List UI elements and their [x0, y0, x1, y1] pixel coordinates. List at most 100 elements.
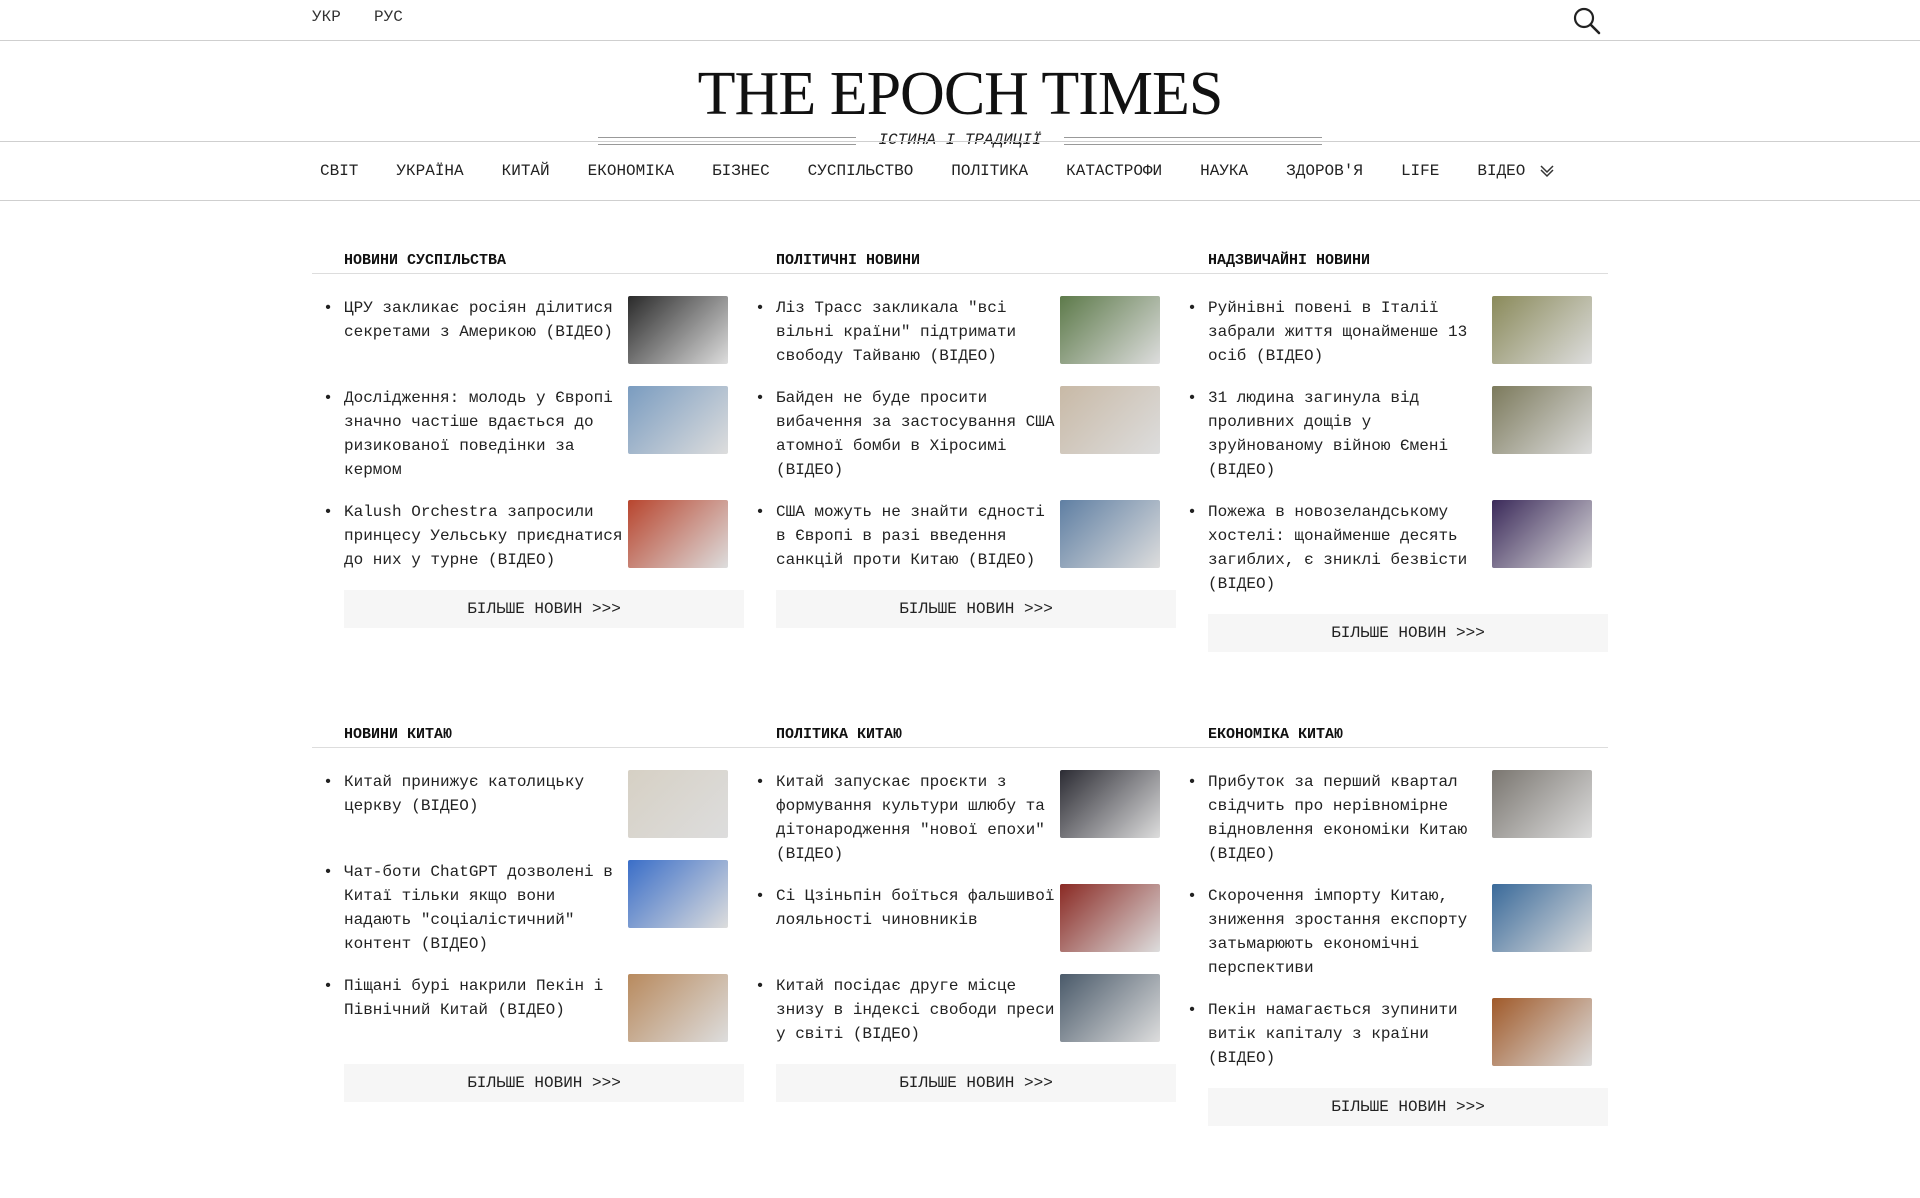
bullet-icon: •	[755, 887, 765, 905]
news-thumbnail[interactable]	[1060, 386, 1160, 454]
news-item[interactable]: • Прибуток за перший квартал свідчить про…	[1176, 770, 1592, 866]
news-headline[interactable]: Китай принижує католицьку церкву (ВІДЕО)	[344, 770, 624, 842]
section-title[interactable]: ПОЛІТИЧНІ НОВИНИ	[744, 250, 1144, 272]
news-thumbnail[interactable]	[1060, 500, 1160, 568]
news-thumbnail[interactable]	[1492, 386, 1592, 454]
news-headline[interactable]: Дослідження: молодь у Європі значно част…	[344, 386, 624, 482]
news-headline[interactable]: Руйнівні повені в Італії забрали життя щ…	[1208, 296, 1488, 368]
section-title[interactable]: НОВИНИ КИТАЮ	[312, 724, 712, 746]
news-list: • ЦРУ закликає росіян ділитися секретами …	[312, 296, 728, 572]
news-thumbnail[interactable]	[628, 386, 728, 454]
news-thumbnail[interactable]	[1492, 998, 1592, 1066]
news-item[interactable]: • 31 людина загинула від проливних дощів …	[1176, 386, 1592, 482]
site-logo[interactable]: THE EPOCH TIMES	[0, 63, 1920, 125]
nav-item-ekonomika[interactable]: ЕКОНОМІКА	[588, 162, 674, 180]
more-news-button[interactable]: БІЛЬШЕ НОВИН >>>	[776, 1064, 1176, 1102]
nav-item-life[interactable]: LIFE	[1401, 162, 1439, 180]
nav-item-svit[interactable]: СВІТ	[320, 162, 358, 180]
section-title[interactable]: ЕКОНОМІКА КИТАЮ	[1176, 724, 1576, 746]
news-headline[interactable]: Китай посідає друге місце знизу в індекс…	[776, 974, 1056, 1046]
chevron-double-down-icon[interactable]	[1539, 163, 1555, 179]
news-item[interactable]: • Китай принижує католицьку церкву (ВІДЕО…	[312, 770, 728, 842]
more-news-button[interactable]: БІЛЬШЕ НОВИН >>>	[344, 1064, 744, 1102]
section-title[interactable]: НОВИНИ СУСПІЛЬСТВА	[312, 250, 712, 272]
bullet-icon: •	[755, 503, 765, 521]
news-headline[interactable]: Китай запускає проєкти з формування куль…	[776, 770, 1056, 866]
bullet-icon: •	[323, 503, 333, 521]
news-item[interactable]: • Сі Цзіньпін боїться фальшивої лояльност…	[744, 884, 1160, 956]
news-item[interactable]: • Байден не буде просити вибачення за зас…	[744, 386, 1160, 482]
language-ukr-link[interactable]: УКР	[312, 8, 341, 26]
news-item[interactable]: • Руйнівні повені в Італії забрали життя …	[1176, 296, 1592, 368]
news-headline[interactable]: Піщані бурі накрили Пекін і Північний Ки…	[344, 974, 624, 1046]
more-news-button[interactable]: БІЛЬШЕ НОВИН >>>	[344, 590, 744, 628]
bullet-icon: •	[755, 389, 765, 407]
news-headline[interactable]: 31 людина загинула від проливних дощів у…	[1208, 386, 1488, 482]
news-thumbnail[interactable]	[1492, 500, 1592, 568]
news-item[interactable]: • Пожежа в новозеландському хостелі: щона…	[1176, 500, 1592, 596]
news-thumbnail[interactable]	[1492, 884, 1592, 952]
news-headline[interactable]: Ліз Трасс закликала "всі вільні країни" …	[776, 296, 1056, 368]
news-thumbnail[interactable]	[1060, 884, 1160, 952]
news-headline[interactable]: Скорочення імпорту Китаю, зниження зрост…	[1208, 884, 1488, 980]
more-news-button[interactable]: БІЛЬШЕ НОВИН >>>	[776, 590, 1176, 628]
news-thumbnail[interactable]	[1492, 296, 1592, 364]
bullet-icon: •	[755, 299, 765, 317]
more-news-button[interactable]: БІЛЬШЕ НОВИН >>>	[1208, 614, 1608, 652]
news-headline[interactable]: Пожежа в новозеландському хостелі: щонай…	[1208, 500, 1488, 596]
news-headline[interactable]: Чат-боти ChatGPT дозволені в Китаї тільк…	[344, 860, 624, 956]
news-item[interactable]: • Піщані бурі накрили Пекін і Північний К…	[312, 974, 728, 1046]
nav-item-ukraina[interactable]: УКРАЇНА	[396, 162, 463, 180]
news-thumbnail[interactable]	[1060, 770, 1160, 838]
search-icon[interactable]	[1572, 6, 1602, 36]
news-headline[interactable]: США можуть не знайти єдності в Європі в …	[776, 500, 1056, 572]
news-headline[interactable]: Пекін намагається зупинити витік капітал…	[1208, 998, 1488, 1070]
news-headline[interactable]: Сі Цзіньпін боїться фальшивої лояльності…	[776, 884, 1056, 956]
section-title[interactable]: НАДЗВИЧАЙНІ НОВИНИ	[1176, 250, 1576, 272]
nav-item-zdorovia[interactable]: ЗДОРОВ'Я	[1286, 162, 1363, 180]
news-headline[interactable]: Kalush Orchestra запросили принцесу Уель…	[344, 500, 624, 572]
news-item[interactable]: • Скорочення імпорту Китаю, зниження зрос…	[1176, 884, 1592, 980]
news-item[interactable]: • Китай посідає друге місце знизу в індек…	[744, 974, 1160, 1046]
news-item[interactable]: • Ліз Трасс закликала "всі вільні країни"…	[744, 296, 1160, 368]
news-section: ЕКОНОМІКА КИТАЮ • Прибуток за перший кварт…	[1176, 724, 1608, 1126]
news-thumbnail[interactable]	[628, 296, 728, 364]
news-section: ПОЛІТИЧНІ НОВИНИ • Ліз Трасс закликала "вс…	[744, 250, 1176, 628]
news-thumbnail[interactable]	[1060, 296, 1160, 364]
news-item[interactable]: • США можуть не знайти єдності в Європі в…	[744, 500, 1160, 572]
news-thumbnail[interactable]	[1492, 770, 1592, 838]
news-thumbnail[interactable]	[628, 974, 728, 1042]
nav-item-biznes[interactable]: БІЗНЕС	[712, 162, 770, 180]
news-headline[interactable]: Прибуток за перший квартал свідчить про …	[1208, 770, 1488, 866]
news-section: ПОЛІТИКА КИТАЮ • Китай запускає проєкти з …	[744, 724, 1176, 1102]
news-headline[interactable]: Байден не буде просити вибачення за заст…	[776, 386, 1056, 482]
nav-item-video[interactable]: ВІДЕО	[1477, 162, 1525, 180]
news-list: • Руйнівні повені в Італії забрали життя …	[1176, 296, 1592, 596]
section-title[interactable]: ПОЛІТИКА КИТАЮ	[744, 724, 1144, 746]
news-thumbnail[interactable]	[628, 860, 728, 928]
bullet-icon: •	[323, 389, 333, 407]
bullet-icon: •	[323, 863, 333, 881]
nav-item-suspilstvo[interactable]: СУСПІЛЬСТВО	[808, 162, 914, 180]
news-item[interactable]: • ЦРУ закликає росіян ділитися секретами …	[312, 296, 728, 368]
top-bar: УКР РУС	[0, 0, 1920, 41]
news-item[interactable]: • Пекін намагається зупинити витік капіта…	[1176, 998, 1592, 1070]
news-thumbnail[interactable]	[628, 500, 728, 568]
nav-item-polityka[interactable]: ПОЛІТИКА	[951, 162, 1028, 180]
news-thumbnail[interactable]	[628, 770, 728, 838]
main-nav: СВІТ УКРАЇНА КИТАЙ ЕКОНОМІКА БІЗНЕС СУСП…	[0, 141, 1920, 201]
nav-item-nauka[interactable]: НАУКА	[1200, 162, 1248, 180]
news-section: НОВИНИ СУСПІЛЬСТВА • ЦРУ закликає росіян д…	[312, 250, 744, 628]
news-headline[interactable]: ЦРУ закликає росіян ділитися секретами з…	[344, 296, 624, 368]
news-item[interactable]: • Kalush Orchestra запросили принцесу Уел…	[312, 500, 728, 572]
nav-item-katastrofy[interactable]: КАТАСТРОФИ	[1066, 162, 1162, 180]
more-news-button[interactable]: БІЛЬШЕ НОВИН >>>	[1208, 1088, 1608, 1126]
news-item[interactable]: • Чат-боти ChatGPT дозволені в Китаї тіль…	[312, 860, 728, 956]
main-nav-items: СВІТ УКРАЇНА КИТАЙ ЕКОНОМІКА БІЗНЕС СУСП…	[312, 142, 1555, 200]
language-rus-link[interactable]: РУС	[374, 8, 403, 26]
news-item[interactable]: • Дослідження: молодь у Європі значно час…	[312, 386, 728, 482]
news-list: • Прибуток за перший квартал свідчить про…	[1176, 770, 1592, 1070]
nav-item-kytai[interactable]: КИТАЙ	[502, 162, 550, 180]
news-item[interactable]: • Китай запускає проєкти з формування кул…	[744, 770, 1160, 866]
news-thumbnail[interactable]	[1060, 974, 1160, 1042]
